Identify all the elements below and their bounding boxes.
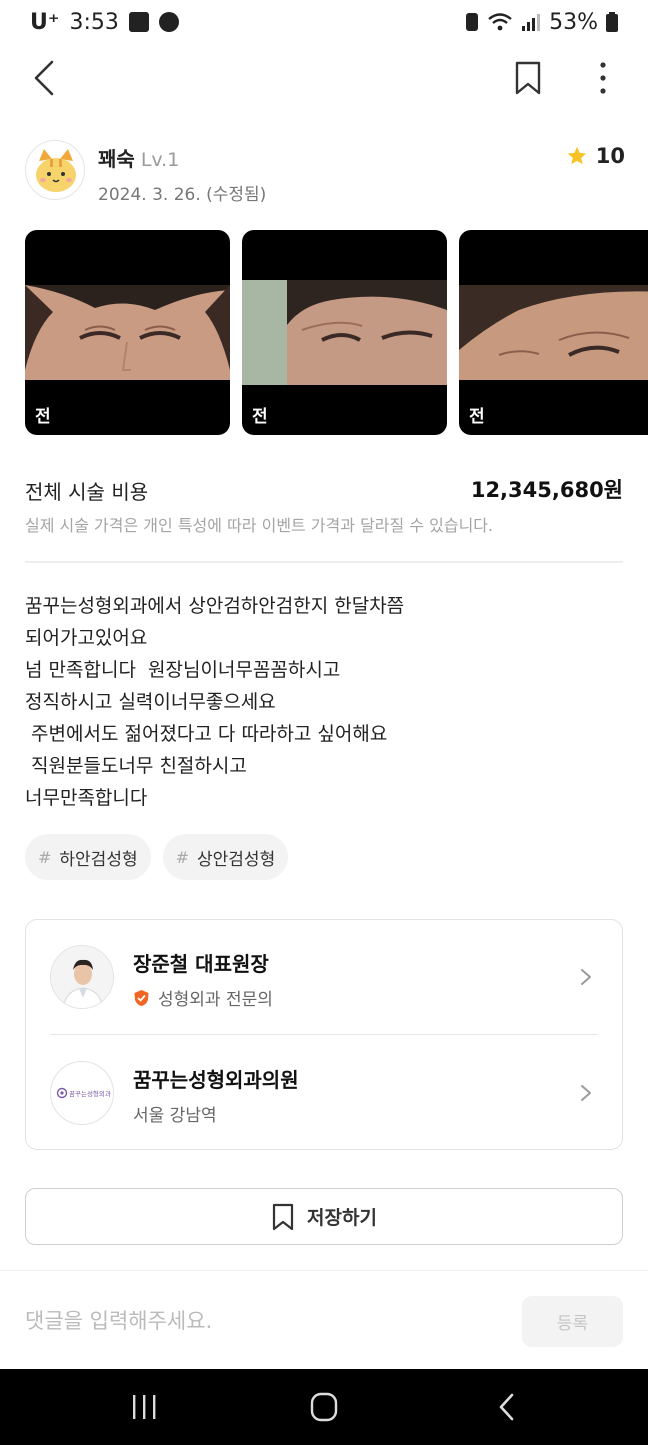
doctor-specialty: 성형외과 전문의 (158, 990, 273, 1010)
back-arrow-icon[interactable] (26, 58, 66, 98)
back-icon[interactable] (490, 1391, 526, 1423)
chevron-right-icon (581, 1085, 591, 1101)
review-line: 넘 만족합니다 원장님이너무꼼꼼하시고 (25, 659, 341, 681)
signal-icon (522, 14, 541, 31)
before-photo[interactable]: 전 (459, 230, 648, 435)
review-body: 꿈꾸는성형외과에서 상안검하안검한지 한달차쯤 되어가고있어요 넘 만족합니다 … (25, 590, 623, 814)
battery-percent: 53% (549, 9, 598, 35)
save-button[interactable]: 저장하기 (25, 1188, 623, 1245)
doctor-photo (51, 946, 113, 1008)
divider (25, 561, 623, 563)
before-photo-image (25, 285, 230, 380)
carrier-label: U⁺ (30, 9, 60, 35)
chat-notification-icon (158, 12, 179, 32)
clinic-name: 꿈꾸는성형외과의원 (133, 1068, 299, 1092)
photo-strip[interactable]: 전 전 전 (25, 230, 648, 435)
recent-apps-icon[interactable] (126, 1391, 162, 1423)
status-right: 53% (465, 10, 618, 35)
rating-value: 10 (595, 144, 625, 168)
review-line: 꿈꾸는성형외과에서 상안검하안검한지 한달차쯤 (25, 595, 405, 617)
avatar[interactable] (25, 140, 85, 200)
hash-icon: # (38, 847, 52, 867)
save-label: 저장하기 (307, 1208, 377, 1229)
tag-label: 상안검성형 (197, 849, 276, 870)
review-line: 주변에서도 젊어졌다고 다 따라하고 싶어해요 (25, 723, 388, 745)
tag-chip[interactable]: # 하안검성형 (25, 834, 151, 880)
doctor-name: 장준철 대표원장 (133, 952, 269, 976)
submit-comment-button[interactable]: 등록 (522, 1296, 623, 1347)
clinic-row[interactable]: 꿈꾸는성형외과 꿈꾸는성형외과의원 서울 강남역 (26, 1036, 622, 1150)
top-nav (0, 48, 648, 108)
home-icon[interactable] (306, 1391, 342, 1423)
author-level: Lv.1 (140, 149, 180, 171)
doctor-avatar (50, 945, 114, 1009)
cost-value: 12,345,680원 (470, 478, 623, 502)
review-line: 되어가고있어요 (25, 627, 148, 649)
author-header: 꽤숙 Lv.1 2024. 3. 26. (수정됨) 10 (25, 140, 625, 205)
clinic-location: 서울 강남역 (133, 1106, 217, 1126)
cat-avatar-icon (36, 149, 76, 192)
cost-row: 전체 시술 비용 12,345,680원 (25, 474, 623, 504)
verified-badge-icon (134, 989, 149, 1006)
bookmark-icon (272, 1203, 294, 1230)
author-name: 꽤숙 (98, 147, 135, 171)
cost-label: 전체 시술 비용 (25, 480, 149, 504)
review-line: 직원분들도너무 친절하시고 (25, 755, 247, 777)
comment-input[interactable] (25, 1301, 495, 1341)
android-nav-bar (0, 1369, 648, 1445)
rating: 10 (566, 144, 625, 168)
chevron-right-icon (581, 969, 591, 985)
status-left: U⁺ 3:53 (30, 10, 179, 35)
before-photo-image (242, 280, 447, 385)
clinic-logo: 꿈꾸는성형외과 (50, 1061, 114, 1125)
review-line: 너무만족합니다 (25, 787, 148, 809)
photo-label: 전 (469, 407, 485, 427)
hash-icon: # (175, 847, 190, 867)
tag-list: # 하안검성형 # 상안검성형 (25, 834, 289, 880)
author-name-line: 꽤숙 Lv.1 (98, 143, 179, 172)
clinic-logo-mark-icon (56, 1087, 68, 1099)
clock: 3:53 (69, 9, 119, 35)
star-icon (567, 146, 586, 165)
post-date: 2024. 3. 26. (수정됨) (98, 185, 267, 205)
doctor-row[interactable]: 장준철 대표원장 성형외과 전문의 (26, 920, 622, 1034)
clinic-logo-text: 꿈꾸는성형외과 (69, 1090, 111, 1098)
card-divider (50, 1034, 598, 1035)
gallery-notification-icon (128, 12, 149, 32)
before-photo[interactable]: 전 (242, 230, 447, 435)
status-bar: U⁺ 3:53 53% (0, 0, 648, 44)
before-photo-image (459, 285, 648, 380)
before-photo[interactable]: 전 (25, 230, 230, 435)
battery-icon (606, 12, 618, 32)
tag-chip[interactable]: # 상안검성형 (162, 834, 289, 880)
photo-label: 전 (252, 407, 268, 427)
doctor-specialty-line: 성형외과 전문의 (133, 985, 273, 1010)
tag-label: 하안검성형 (59, 849, 138, 870)
nfc-icon (466, 13, 479, 31)
wifi-icon (488, 13, 512, 31)
comment-bar: 등록 (0, 1270, 648, 1370)
bookmark-icon[interactable] (510, 60, 546, 96)
more-options-icon[interactable] (588, 60, 618, 96)
review-line: 정직하시고 실력이너무좋으세요 (25, 691, 276, 713)
doctor-clinic-card: 장준철 대표원장 성형외과 전문의 꿈꾸는성형외과 꿈꾸는성형외과의원 서울 강… (25, 919, 623, 1150)
cost-note: 실제 시술 가격은 개인 특성에 따라 이벤트 가격과 달라질 수 있습니다. (25, 516, 494, 535)
photo-label: 전 (35, 407, 51, 427)
